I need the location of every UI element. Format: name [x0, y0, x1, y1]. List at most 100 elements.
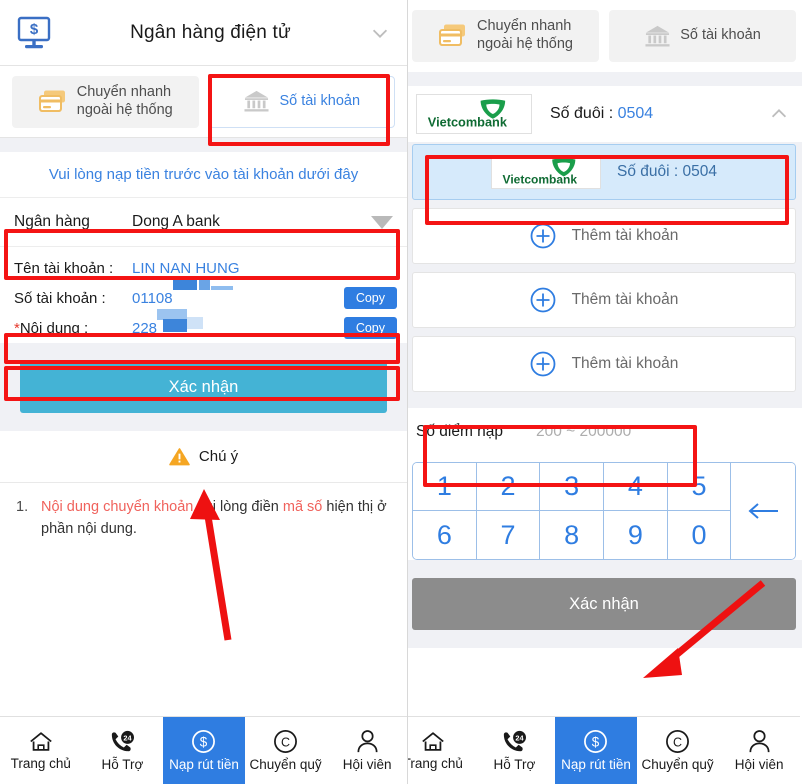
selected-bank-header[interactable]: Vietcombank Số đuôi : 0504	[408, 86, 802, 142]
attention-header: Chú ý	[0, 431, 407, 483]
card-icon	[438, 23, 468, 49]
svg-text:$: $	[592, 734, 600, 749]
add-account-item[interactable]: Thêm tài khoản	[412, 208, 796, 264]
content-row: *Nội dung : 228 Copy	[0, 309, 407, 343]
key-9[interactable]: 9	[604, 511, 668, 559]
key-3[interactable]: 3	[540, 463, 604, 511]
tab-so-tai-khoan-left[interactable]: Số tài khoản	[208, 75, 395, 128]
key-8[interactable]: 8	[540, 511, 604, 559]
tab-chuyen-nhanh-left[interactable]: Chuyển nhanh ngoài hệ thống	[12, 75, 199, 128]
svg-text:Vietcombank: Vietcombank	[428, 114, 508, 129]
key-5[interactable]: 5	[667, 463, 732, 511]
left-phone-panel: $ Ngân hàng điện tử Chuyển nhanh ngoài h…	[0, 0, 408, 784]
chevron-down-icon[interactable]	[367, 22, 393, 44]
account-number-text: 01108	[132, 290, 173, 307]
nav-item-trang-chu[interactable]: Trang chủ	[408, 717, 474, 784]
nav-item-hoi-vien[interactable]: Hội viên	[326, 717, 407, 784]
tab-label: Số tài khoản	[279, 92, 361, 109]
bank-select-label: Ngân hàng	[14, 213, 90, 230]
note-text: Nội dung chuyển khoản vui lòng điền mã s…	[41, 499, 387, 537]
vietcombank-logo: Vietcombank	[416, 94, 532, 134]
nav-label: Hội viên	[734, 757, 784, 772]
copy-account-number-button[interactable]: Copy	[343, 287, 397, 309]
nav-label: Chuyển quỹ	[249, 757, 322, 772]
left-tabbar: Chuyển nhanh ngoài hệ thống Số tài khoản	[0, 66, 407, 138]
bank-icon	[644, 24, 671, 49]
numeric-keypad: 1 2 3 4 5 6 7 8 9 0	[412, 462, 796, 560]
right-confirm-wrap: Xác nhận	[408, 560, 802, 648]
key-4[interactable]: 4	[604, 463, 668, 511]
bottom-nav-left: Trang chủ 24 Hỗ Trợ $ Nạp rút tiền C Chu…	[0, 716, 407, 784]
account-suffix-label: Số đuôi :	[617, 163, 679, 180]
nav-item-nap-rut-tien[interactable]: $ Nạp rút tiền	[163, 717, 245, 784]
bank-suffix-label: Số đuôi :	[550, 105, 614, 122]
add-account-label: Thêm tài khoản	[571, 291, 679, 308]
nav-item-chuyen-quy[interactable]: C Chuyển quỹ	[245, 717, 327, 784]
tab-so-tai-khoan-right[interactable]: Số tài khoản	[609, 10, 796, 62]
copy-content-button[interactable]: Copy	[343, 317, 397, 339]
attention-label: Chú ý	[198, 448, 239, 465]
plus-circle-icon	[530, 287, 556, 313]
note-item: 1. Nội dung chuyển khoản vui lòng điền m…	[16, 497, 391, 541]
account-suffix-value: 0504	[682, 163, 717, 180]
account-number-value: 01108	[132, 278, 344, 307]
bottom-nav-right: Trang chủ 24 Hỗ Trợ $ Nạp rút tiền C Chu…	[408, 716, 800, 784]
nav-item-ho-tro[interactable]: 24 Hỗ Trợ	[82, 717, 164, 784]
tab-label: Số tài khoản	[680, 27, 761, 44]
left-confirm-wrap: Xác nhận	[0, 343, 407, 431]
add-account-item[interactable]: Thêm tài khoản	[412, 336, 796, 392]
key-0[interactable]: 0	[667, 511, 732, 559]
content-text: 228	[132, 320, 158, 337]
nav-item-nap-rut-tien[interactable]: $ Nạp rút tiền	[555, 717, 637, 784]
tab-chuyen-nhanh-right[interactable]: Chuyển nhanh ngoài hệ thống	[412, 10, 599, 62]
confirm-button-left[interactable]: Xác nhận	[20, 361, 387, 413]
card-icon	[38, 89, 68, 115]
bank-suffix-info: Số đuôi : 0504	[550, 105, 748, 123]
content-label: *Nội dung :	[14, 319, 89, 337]
account-name-value: LIN NAN HUNG	[132, 259, 240, 277]
screenshot-root: $ Ngân hàng điện tử Chuyển nhanh ngoài h…	[0, 0, 802, 784]
tab-label: Chuyển nhanh ngoài hệ thống	[477, 18, 573, 52]
key-2[interactable]: 2	[476, 463, 541, 511]
nav-item-ho-tro[interactable]: 24 Hỗ Trợ	[474, 717, 556, 784]
account-number-row: Số tài khoản : 01108 Copy	[0, 278, 407, 313]
key-7[interactable]: 7	[476, 511, 541, 559]
nav-item-chuyen-quy[interactable]: C Chuyển quỹ	[637, 717, 719, 784]
svg-text:C: C	[673, 735, 682, 749]
page-title: Ngân hàng điện tử	[130, 21, 291, 43]
nav-label: Trang chủ	[10, 756, 71, 771]
nav-label: Hỗ Trợ	[101, 756, 144, 772]
bank-icon	[243, 89, 270, 114]
redaction-block	[172, 278, 245, 303]
add-account-item[interactable]: Thêm tài khoản	[412, 272, 796, 328]
redaction-block	[157, 309, 217, 333]
caret-down-icon[interactable]	[371, 215, 393, 229]
nav-item-hoi-vien[interactable]: Hội viên	[718, 717, 800, 784]
amount-input[interactable]: 200 ~ 200000	[536, 423, 631, 441]
nav-item-trang-chu[interactable]: Trang chủ	[0, 717, 82, 784]
note-list: 1. Nội dung chuyển khoản vui lòng điền m…	[0, 483, 407, 541]
key-1[interactable]: 1	[413, 463, 477, 511]
svg-text:C: C	[281, 735, 290, 749]
chevron-up-icon[interactable]	[766, 103, 792, 125]
backspace-arrow-icon[interactable]	[731, 463, 795, 559]
bank-select-row[interactable]: Ngân hàng Dong A bank	[0, 197, 407, 247]
confirm-button-right[interactable]: Xác nhận	[412, 578, 796, 630]
amount-row: Số điểm nạp 200 ~ 200000	[408, 408, 802, 456]
add-account-label: Thêm tài khoản	[571, 355, 679, 372]
svg-text:24: 24	[516, 733, 525, 742]
monitor-dollar-icon: $	[14, 14, 54, 52]
svg-text:$: $	[200, 734, 208, 749]
account-item-vietcombank[interactable]: Vietcombank Số đuôi : 0504	[412, 144, 796, 200]
nav-label: Hỗ Trợ	[493, 756, 536, 772]
note-number: 1.	[16, 499, 29, 515]
vietcombank-logo: Vietcombank	[491, 155, 601, 189]
nav-label: Nạp rút tiền	[169, 757, 239, 772]
deposit-notice: Vui lòng nạp tiền trước vào tài khoản dư…	[0, 152, 407, 197]
svg-text:24: 24	[124, 733, 133, 742]
app-header: $ Ngân hàng điện tử	[0, 0, 407, 66]
content-value: 228	[132, 309, 344, 337]
key-6[interactable]: 6	[413, 511, 477, 559]
tab-label: Chuyển nhanh ngoài hệ thống	[76, 83, 173, 118]
svg-text:$: $	[30, 21, 39, 38]
